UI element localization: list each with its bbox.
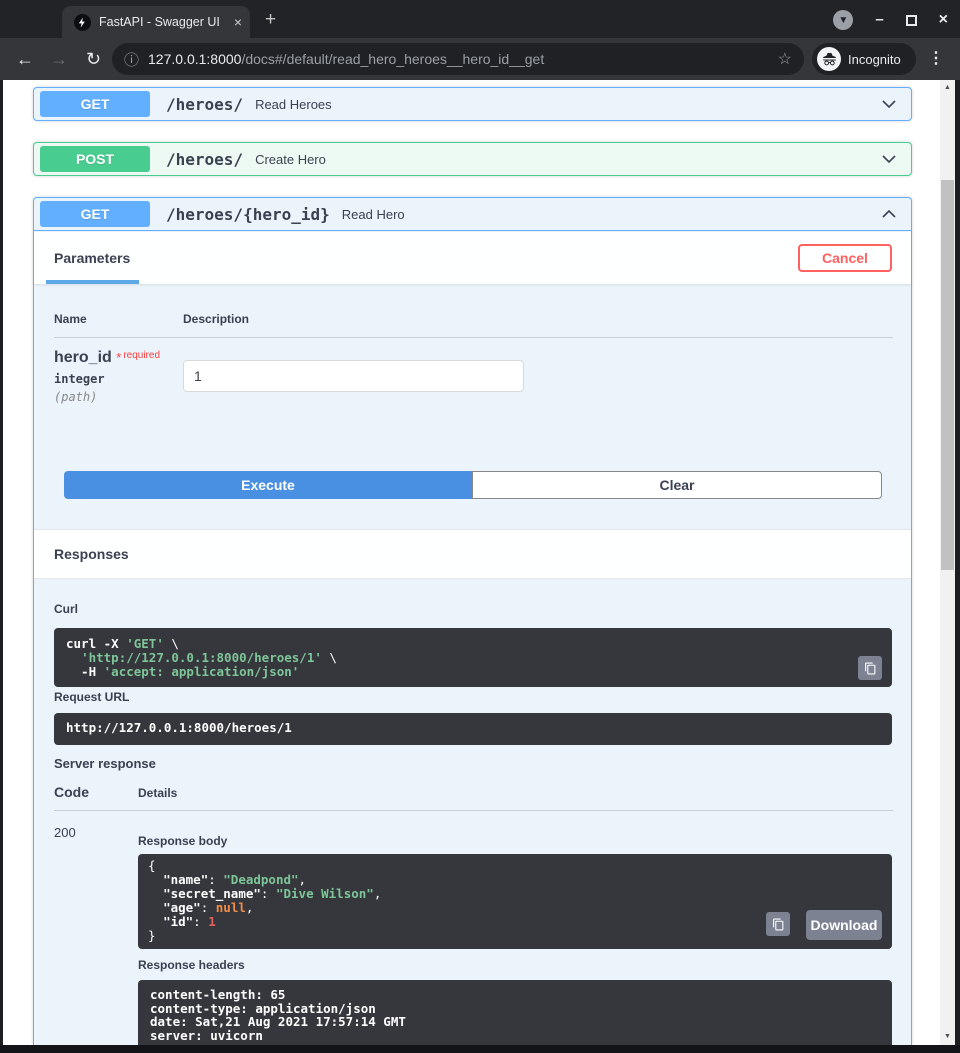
browser-tab[interactable]: FastAPI - Swagger UI × (62, 6, 250, 38)
method-badge-post: POST (40, 146, 150, 172)
endpoint-summary: Create Hero (255, 151, 326, 167)
column-header-name: Name (54, 312, 87, 326)
responses-title: Responses (54, 546, 129, 562)
swagger-page: GET /heroes/ Read Heroes POST /heroes/ C… (3, 80, 955, 1045)
chevron-down-icon[interactable] (879, 149, 899, 169)
scroll-up-icon[interactable]: ▲ (940, 80, 955, 94)
browser-menu-icon[interactable]: ⋮ (928, 48, 944, 68)
chevron-up-icon[interactable] (879, 204, 899, 224)
request-url-label: Request URL (54, 690, 130, 704)
endpoint-summary: Read Heroes (255, 96, 332, 112)
scroll-down-icon[interactable]: ▼ (940, 1029, 955, 1043)
tab-parameters[interactable]: Parameters (54, 250, 130, 266)
method-badge-get: GET (40, 91, 150, 117)
maximize-button[interactable] (905, 14, 917, 26)
parameters-section-header: Parameters Cancel (34, 232, 911, 284)
status-code: 200 (54, 825, 76, 840)
tab-title: FastAPI - Swagger UI (99, 15, 220, 29)
site-info-icon[interactable]: ⓘ (124, 49, 139, 70)
reload-icon[interactable]: ↻ (86, 49, 101, 70)
forward-icon[interactable]: → (50, 49, 68, 70)
response-body-block: { "name": "Deadpond", "secret_name": "Di… (138, 854, 892, 949)
endpoint-get-heroes[interactable]: GET /heroes/ Read Heroes (33, 87, 912, 121)
endpoint-path: /heroes/ (166, 149, 244, 169)
column-header-code: Code (54, 784, 89, 800)
endpoint-post-heroes[interactable]: POST /heroes/ Create Hero (33, 142, 912, 176)
request-url-block: http://127.0.0.1:8000/heroes/1 (54, 713, 892, 745)
window-bottom-edge (0, 1045, 960, 1053)
chevron-down-icon[interactable] (879, 94, 899, 114)
server-response-label: Server response (54, 756, 156, 771)
curl-code-block: curl -X 'GET' \ 'http://127.0.0.1:8000/h… (54, 628, 892, 687)
tab-strip: FastAPI - Swagger UI × + ▼ – × (0, 0, 960, 38)
parameter-name: hero_id (54, 349, 112, 366)
column-header-description: Description (183, 312, 250, 326)
cancel-button[interactable]: Cancel (798, 244, 892, 272)
execute-button[interactable]: Execute (64, 471, 472, 499)
active-tab-underline (46, 280, 139, 284)
download-button[interactable]: Download (806, 910, 882, 940)
curl-label: Curl (54, 602, 78, 616)
browser-update-icon[interactable]: ▼ (833, 10, 854, 30)
response-headers-block: content-length: 65 content-type: applica… (138, 980, 892, 1045)
scrollbar[interactable]: ▲ ▼ (940, 80, 955, 1045)
endpoint-path: /heroes/{hero_id} (166, 204, 330, 224)
hero-id-input[interactable] (183, 360, 524, 392)
minimize-button[interactable]: – (875, 12, 883, 27)
url-bar[interactable]: ⓘ 127.0.0.1:8000/docs#/default/read_hero… (112, 43, 804, 75)
parameter-type: integer (54, 372, 105, 386)
response-headers-label: Response headers (138, 958, 245, 972)
bookmark-star-icon[interactable]: ☆ (778, 49, 792, 69)
required-label: required (123, 350, 161, 361)
column-header-details: Details (138, 786, 178, 800)
url-path: /docs#/default/read_hero_heroes__hero_id… (241, 51, 545, 67)
copy-response-button[interactable] (766, 912, 790, 936)
response-body-label: Response body (138, 834, 228, 848)
fastapi-favicon-icon (74, 13, 91, 31)
incognito-label: Incognito (848, 51, 901, 67)
responses-section-header: Responses (34, 529, 911, 579)
scrollbar-thumb[interactable] (941, 180, 954, 570)
endpoint-header[interactable]: GET /heroes/{hero_id} Read Hero (34, 198, 911, 231)
required-star: * (116, 350, 122, 365)
table-header-divider (54, 337, 893, 338)
request-url-value: http://127.0.0.1:8000/heroes/1 (66, 720, 292, 735)
code-table-divider (54, 810, 893, 811)
response-headers-text: content-length: 65 content-type: applica… (150, 987, 406, 1043)
new-tab-button[interactable]: + (265, 10, 276, 29)
close-button[interactable]: × (939, 11, 948, 29)
incognito-badge: Incognito (812, 43, 916, 75)
browser-window: FastAPI - Swagger UI × + ▼ – × ← → ↻ ⓘ 1… (0, 0, 960, 1053)
parameter-row: hero_id * required integer (path) (54, 349, 160, 404)
endpoint-get-hero-by-id: GET /heroes/{hero_id} Read Hero Paramete… (33, 197, 912, 1045)
incognito-icon (817, 47, 841, 71)
endpoint-summary: Read Hero (341, 206, 405, 222)
endpoint-path: /heroes/ (166, 94, 244, 114)
clear-button[interactable]: Clear (472, 471, 882, 499)
curl-command: curl -X 'GET' \ 'http://127.0.0.1:8000/h… (66, 636, 337, 679)
copy-curl-button[interactable] (858, 656, 882, 680)
method-badge-get: GET (40, 201, 150, 227)
back-icon[interactable]: ← (16, 49, 34, 70)
tab-close-icon[interactable]: × (234, 14, 242, 30)
parameter-location: (path) (54, 390, 98, 404)
url-host: 127.0.0.1:8000 (148, 51, 242, 67)
browser-toolbar: ← → ↻ ⓘ 127.0.0.1:8000/docs#/default/rea… (0, 38, 960, 80)
execute-row: Execute Clear (64, 471, 882, 499)
url-text: 127.0.0.1:8000/docs#/default/read_hero_h… (148, 51, 770, 67)
